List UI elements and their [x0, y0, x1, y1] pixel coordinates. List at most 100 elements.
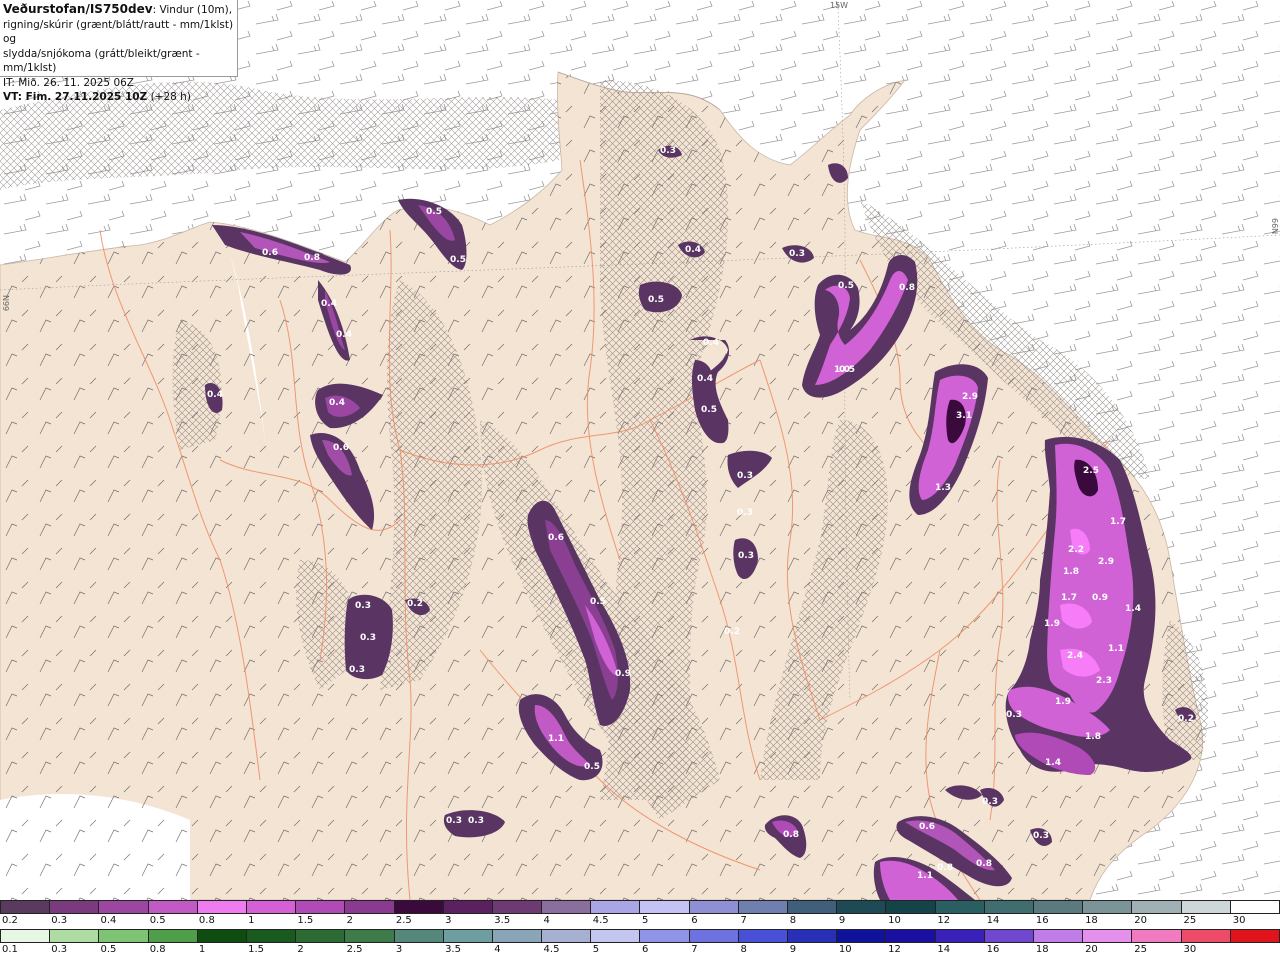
- legend-tick-label: 14: [937, 944, 951, 955]
- legend-color-swatch: [640, 929, 690, 943]
- legend-tick-label: 10: [888, 915, 901, 926]
- legend-color-swatch: [837, 929, 887, 943]
- legend-tick-label: 4.5: [592, 915, 609, 926]
- legend-tick-label: 0.5: [100, 944, 117, 955]
- legend-color-swatch: [394, 929, 444, 943]
- precip-value-label: 2.9: [962, 392, 978, 402]
- precip-value-label: 1.4: [1045, 758, 1061, 768]
- precip-value-label: 0.5: [648, 295, 664, 305]
- legend-color-swatch: [1033, 900, 1084, 914]
- legend-tick-label: 2: [346, 915, 353, 926]
- precip-value-label: 1.1: [917, 871, 933, 881]
- legend-tick-label: 1.5: [297, 915, 314, 926]
- legend-tick-label: 0.4: [100, 915, 117, 926]
- legend-tick-label: 14: [986, 915, 1000, 926]
- legend-color-swatch: [591, 929, 641, 943]
- precip-value-label: 2.9: [1098, 557, 1114, 567]
- legend-color-swatch: [197, 929, 247, 943]
- precip-value-label: 0.9: [615, 669, 631, 679]
- legend-color-swatch: [935, 929, 985, 943]
- legend-color-swatch: [935, 900, 985, 914]
- legend-color-swatch: [197, 900, 247, 914]
- legend-tick-label: 8: [740, 944, 747, 955]
- legend-color-swatch: [1132, 929, 1182, 943]
- legend-tick-label: 30: [1183, 944, 1197, 955]
- legend-color-swatch: [984, 900, 1034, 914]
- legend-tick-label: 5: [592, 944, 600, 955]
- legend-color-swatch: [788, 929, 838, 943]
- precip-value-label: 0.5: [584, 762, 600, 772]
- legend-color-swatch: [394, 900, 444, 914]
- precip-value-label: 0.5: [590, 597, 606, 607]
- legend-tick-label: 0.8: [149, 944, 166, 955]
- legend-tick-label: 9: [838, 915, 846, 926]
- legend-tick-label: 2.5: [395, 915, 412, 926]
- grid-label-top: 15W: [830, 1, 849, 10]
- legend-color-swatch: [492, 929, 543, 943]
- map-info-box: Veðurstofan/IS750dev: Vindur (10m), rign…: [0, 0, 238, 103]
- legend-rain-colorbar: [0, 929, 1280, 943]
- precip-value-label: 0.8: [304, 253, 320, 263]
- legend-color-swatch: [99, 929, 149, 943]
- legend-tick-label: 0.1: [2, 944, 18, 955]
- legend-color-swatch: [345, 900, 395, 914]
- legend-color-swatch: [640, 900, 690, 914]
- legend-tick-label: 9: [789, 944, 797, 955]
- legend-color-swatch: [984, 929, 1034, 943]
- legend-rain-labels: 0.1 0.3 0.5 0.8 1 1.5 2 2.5 3 3.5 4 4.5 5 6 7 8 9 10 12 14 1…: [0, 944, 1280, 956]
- precip-value-label: 2.4: [1067, 651, 1083, 661]
- legend-color-swatch: [689, 900, 739, 914]
- legend-color-swatch: [689, 929, 739, 943]
- legend-color-swatch: [443, 929, 493, 943]
- precip-value-label: 0.6: [919, 822, 935, 832]
- header-line1: : Vindur (10m),: [152, 4, 233, 16]
- precip-value-label: 0.4: [207, 390, 223, 400]
- precip-value-label: 1.8: [1085, 732, 1101, 742]
- legend-color-swatch: [886, 929, 936, 943]
- legend-tick-label: 0.2: [2, 915, 18, 926]
- legend-tick-label: 4: [543, 915, 550, 926]
- precip-value-label: 1.0: [834, 365, 850, 375]
- precip-value-label: 0.3: [355, 601, 371, 611]
- precip-value-label: 0.4: [697, 374, 713, 384]
- precip-value-label: 0.3: [738, 551, 754, 561]
- legend-color-swatch: [837, 900, 887, 914]
- precip-value-label: 0.2: [724, 627, 740, 637]
- precip-value-label: 0.2: [1178, 714, 1194, 724]
- legend-color-swatch: [1230, 929, 1280, 943]
- legend-tick-label: 18: [1035, 944, 1049, 955]
- legend-tick-label: 4: [494, 944, 501, 955]
- precip-value-label: 0.5: [426, 207, 442, 217]
- weather-map: 0.3 0.5 0.5 0.6 0.8 0.4 0.4 0.4 0.4 0.4 0.6 0.5 0.4 0…: [0, 0, 1280, 958]
- legend-color-swatch: [246, 900, 297, 914]
- legend-tick-label: 1: [198, 944, 206, 955]
- precip-value-label: 0.3: [1033, 831, 1049, 841]
- legend-color-swatch: [886, 900, 936, 914]
- legend-color-swatch: [492, 900, 543, 914]
- legend-tick-label: 20: [1134, 915, 1148, 926]
- legend-tick-label: 18: [1085, 915, 1098, 926]
- precip-value-label: 0.2: [407, 599, 423, 609]
- legend-color-swatch: [1230, 900, 1280, 914]
- legend-tick-label: 2: [297, 944, 304, 955]
- precip-value-label: 0.4: [321, 299, 337, 309]
- precip-value-label: 2.5: [1083, 466, 1099, 476]
- legend-color-swatch: [443, 900, 493, 914]
- precip-value-label: 0.6: [548, 533, 564, 543]
- legend-tick-label: 7: [691, 944, 698, 955]
- legend-color-swatch: [1132, 900, 1182, 914]
- legend-tick-label: 1: [248, 915, 255, 926]
- precip-value-label: 0.5: [701, 405, 717, 415]
- legend-tick-label: 7: [740, 915, 747, 926]
- precip-value-label: 1.9: [1055, 697, 1071, 707]
- header-line3: slydda/snjókoma (grátt/bleikt/grænt - mm…: [3, 47, 200, 75]
- legend-tick-label: 8: [789, 915, 797, 926]
- precip-value-label: 1.7: [1061, 593, 1077, 603]
- precip-value-label: 1.7: [1110, 517, 1126, 527]
- legend-tick-label: 16: [986, 944, 1000, 955]
- valid-offset: (+28 h): [150, 91, 191, 103]
- legend-color-swatch: [296, 929, 346, 943]
- legend-tick-label: 6: [642, 944, 649, 955]
- precip-value-label: 0.6: [333, 443, 349, 453]
- precip-value-label: 0.4: [329, 398, 345, 408]
